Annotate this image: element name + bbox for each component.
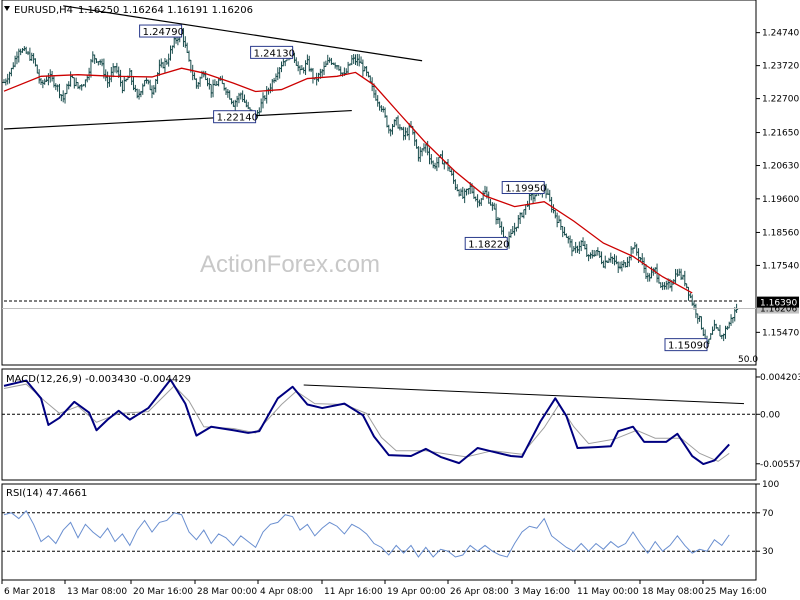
- corner-scale-label: 50.0: [738, 355, 758, 365]
- current-price-label: 1.16390: [760, 299, 797, 309]
- price-annotation: 1.24130: [250, 45, 295, 59]
- annotation-text: 1.15090: [668, 341, 709, 352]
- time-tick-label: 6 Mar 2018: [4, 587, 56, 597]
- rsi-tick-label: 30: [762, 547, 774, 557]
- rsi-tick-label: 70: [762, 509, 774, 519]
- ohlc-label: 1.16250 1.16264 1.16191 1.16206: [78, 5, 253, 16]
- watermark: ActionForex.com: [200, 251, 380, 278]
- macd-axis: 0.004203 0.00 -0.005574: [756, 373, 800, 470]
- time-axis: 6 Mar 2018 13 Mar 08:00 20 Mar 16:00 28 Mar…: [1, 580, 767, 597]
- price-tick-label: 1.23720: [762, 62, 799, 72]
- price-tick-label: 1.19600: [762, 195, 799, 205]
- price-tick-label: 1.24740: [762, 29, 799, 39]
- time-tick-label: 25 May 16:00: [705, 587, 767, 597]
- price-tick-label: 1.20630: [762, 162, 799, 172]
- rsi-pane: [1, 483, 757, 581]
- price-annotation: 1.15090: [664, 338, 709, 352]
- annotation-text: 1.18220: [468, 239, 509, 250]
- price-tick-label: 1.15470: [762, 328, 799, 338]
- annotation-text: 1.22140: [217, 113, 258, 124]
- symbol-label: EURUSD,H4: [14, 5, 73, 16]
- time-tick-label: 20 Mar 16:00: [133, 587, 193, 597]
- time-tick-label: 4 Apr 08:00: [260, 587, 313, 597]
- time-tick-label: 3 May 16:00: [514, 587, 570, 597]
- price-annotation: 1.19950: [501, 181, 547, 195]
- price-tick-label: 1.21650: [762, 129, 799, 139]
- macd-pane: [1, 368, 757, 481]
- price-annotation: 1.18220: [464, 236, 510, 250]
- time-tick-label: 18 May 08:00: [642, 587, 704, 597]
- time-tick-label: 11 May 00:00: [577, 587, 639, 597]
- price-tick-label: 1.22700: [762, 95, 799, 105]
- macd-tick-label: 0.00: [760, 410, 780, 420]
- price-tick-label: 1.18560: [762, 228, 799, 238]
- annotation-text: 1.24130: [254, 48, 295, 59]
- time-tick-label: 26 Apr 08:00: [450, 587, 509, 597]
- macd-tick-label: 0.004203: [760, 373, 800, 383]
- time-tick-label: 28 Mar 00:00: [197, 587, 257, 597]
- price-tick-label: 1.17540: [762, 261, 799, 271]
- macd-label: MACD(12,26,9) -0.003430 -0.004429: [6, 374, 191, 385]
- time-tick-label: 13 Mar 08:00: [67, 587, 127, 597]
- rsi-label: RSI(14) 47.4661: [6, 488, 87, 499]
- chart-header: EURUSD,H4 1.16250 1.16264 1.16191 1.1620…: [4, 5, 253, 16]
- rsi-tick-label: 100: [762, 480, 779, 490]
- rsi-axis: 100 70 30: [756, 480, 779, 557]
- eurusd-chart: ActionForex.com 1.24740 1.23720 1.22700 1.2…: [1, 0, 800, 597]
- time-tick-label: 11 Apr 16:00: [324, 587, 383, 597]
- price-annotation: 1.24790: [139, 24, 184, 38]
- time-tick-label: 19 Apr 00:00: [387, 587, 446, 597]
- annotation-text: 1.24790: [143, 27, 184, 38]
- macd-tick-label: -0.005574: [760, 460, 800, 470]
- annotation-text: 1.19950: [505, 184, 546, 195]
- price-annotation: 1.22140: [213, 110, 258, 124]
